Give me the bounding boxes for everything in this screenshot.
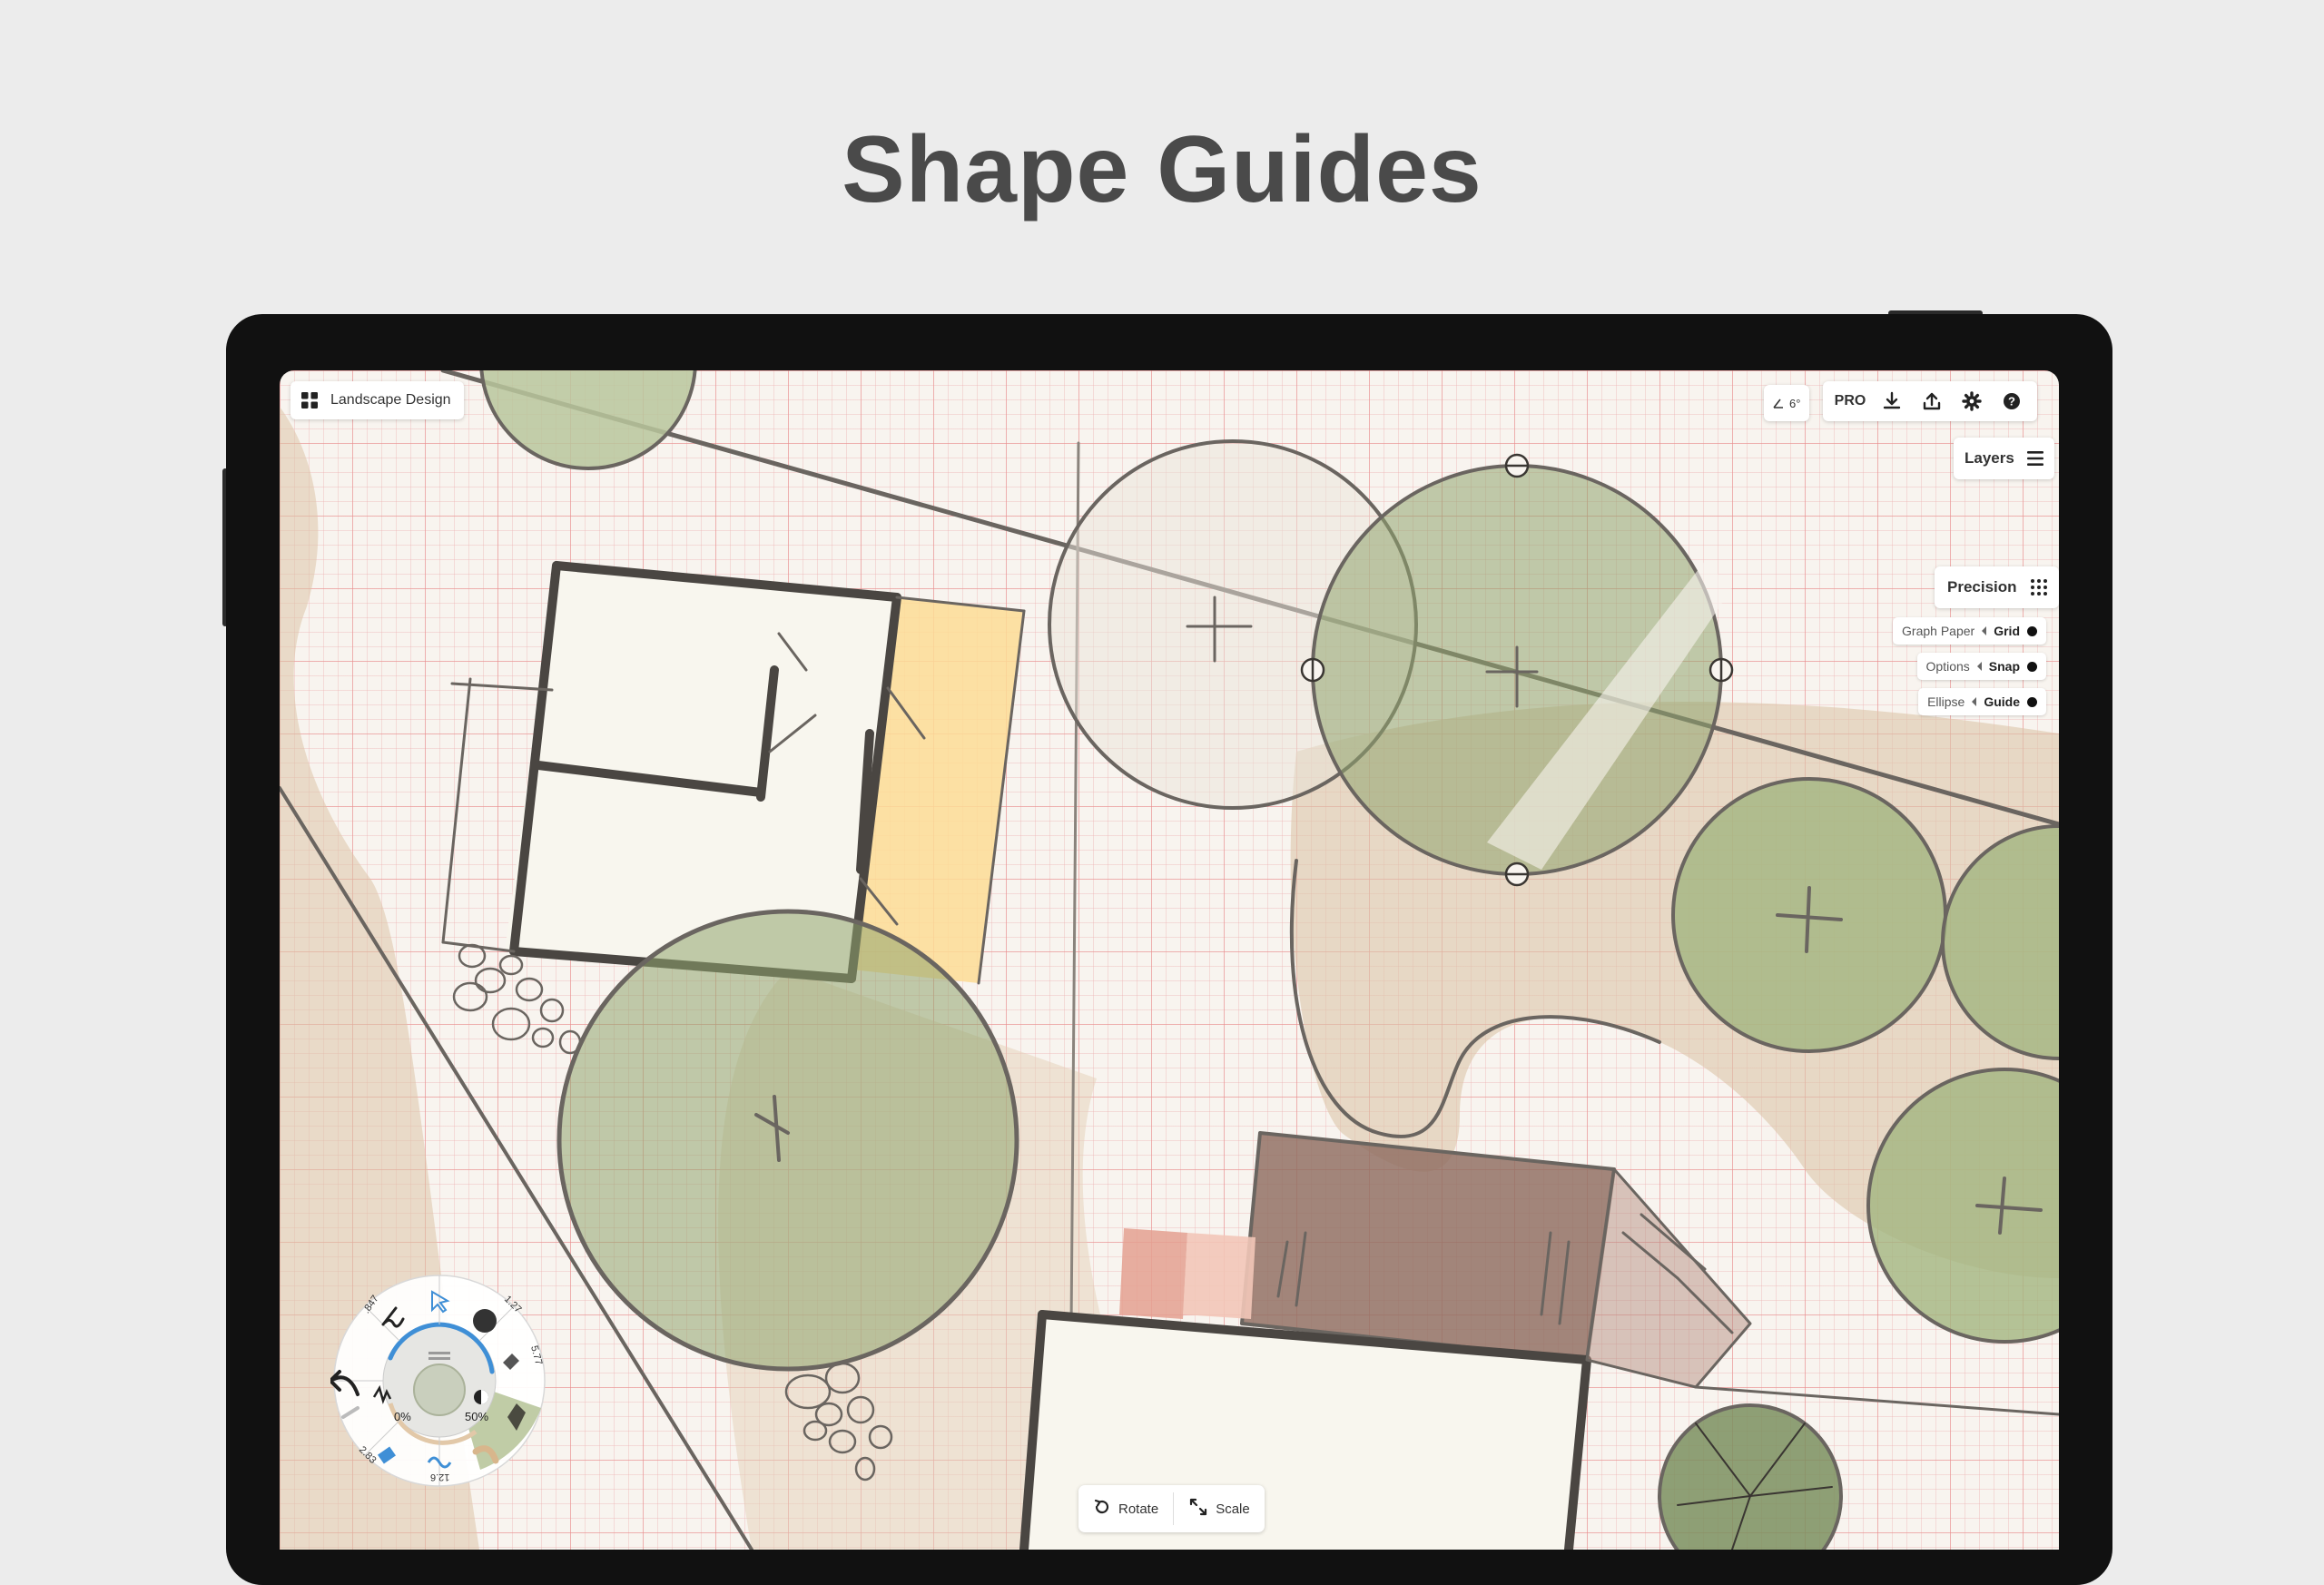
share-icon[interactable] <box>1914 383 1950 419</box>
rotate-button[interactable]: Rotate <box>1078 1485 1173 1532</box>
precision-label: Precision <box>1947 578 2017 596</box>
page-headline: Shape Guides <box>842 117 1482 222</box>
chevron-left-icon <box>1972 697 1977 706</box>
precision-row-ellipse[interactable]: Ellipse Guide <box>1918 688 2046 715</box>
rotate-label: Rotate <box>1118 1501 1159 1517</box>
precision-button[interactable]: Precision <box>1935 566 2059 608</box>
precision-row-name: Graph Paper <box>1902 624 1975 638</box>
chevron-left-icon <box>1982 626 1987 635</box>
help-icon[interactable]: ? <box>1994 383 2030 419</box>
tree-bottom-right <box>1658 1403 1843 1550</box>
precision-row-value: Guide <box>1984 694 2020 709</box>
dot-grid-icon <box>2030 578 2048 596</box>
tool-wheel[interactable]: .847 1.27 5.77 2.83 12.6 0% 50% <box>329 1272 548 1490</box>
gear-icon[interactable] <box>1954 383 1990 419</box>
precision-row-name: Ellipse <box>1927 694 1965 709</box>
lower-value: 12.6 <box>430 1472 450 1482</box>
scale-button[interactable]: Scale <box>1174 1485 1265 1532</box>
transform-bar: Rotate Scale <box>1078 1485 1265 1532</box>
layers-button[interactable]: Layers <box>1954 438 2054 479</box>
svg-text:?: ? <box>2008 395 2015 409</box>
chevron-left-icon <box>1976 662 1982 671</box>
document-chip[interactable]: Landscape Design <box>290 381 464 419</box>
scale-label: Scale <box>1216 1501 1250 1517</box>
rotate-icon <box>1093 1498 1111 1520</box>
precision-row-graph-paper[interactable]: Graph Paper Grid <box>1893 617 2046 645</box>
angle-icon <box>1773 398 1784 409</box>
precision-row-value: Grid <box>1994 624 2020 638</box>
precision-row-value: Snap <box>1988 659 2020 674</box>
angle-indicator[interactable]: 6° <box>1764 385 1810 421</box>
layers-menu-icon <box>2026 451 2043 466</box>
tree-large-left <box>556 909 1019 1372</box>
pro-button[interactable]: PRO <box>1830 383 1870 419</box>
toggle-dot-icon[interactable] <box>2027 625 2037 636</box>
grid-menu-icon[interactable] <box>301 392 318 409</box>
toggle-dot-icon[interactable] <box>2027 661 2037 672</box>
top-toolbar: PRO ? <box>1823 381 2037 421</box>
scale-icon <box>1188 1497 1208 1521</box>
canvas-screen[interactable]: Landscape Design 6° PRO ? Layers Precisi… <box>280 370 2059 1550</box>
toggle-dot-icon[interactable] <box>2027 696 2037 707</box>
layers-label: Layers <box>1965 449 2014 467</box>
document-title[interactable]: Landscape Design <box>330 392 451 409</box>
brush-tool-icon <box>473 1309 497 1333</box>
download-icon[interactable] <box>1874 383 1910 419</box>
precision-row-name: Options <box>1925 659 1970 674</box>
right-percent: 50% <box>465 1410 489 1423</box>
angle-value: 6° <box>1789 396 1801 410</box>
roof-brown <box>1240 1131 1616 1362</box>
tree-top-left <box>479 370 697 470</box>
roof-red-section <box>1119 1228 1187 1319</box>
precision-row-options[interactable]: Options Snap <box>1916 653 2046 680</box>
left-percent: 0% <box>394 1410 411 1423</box>
